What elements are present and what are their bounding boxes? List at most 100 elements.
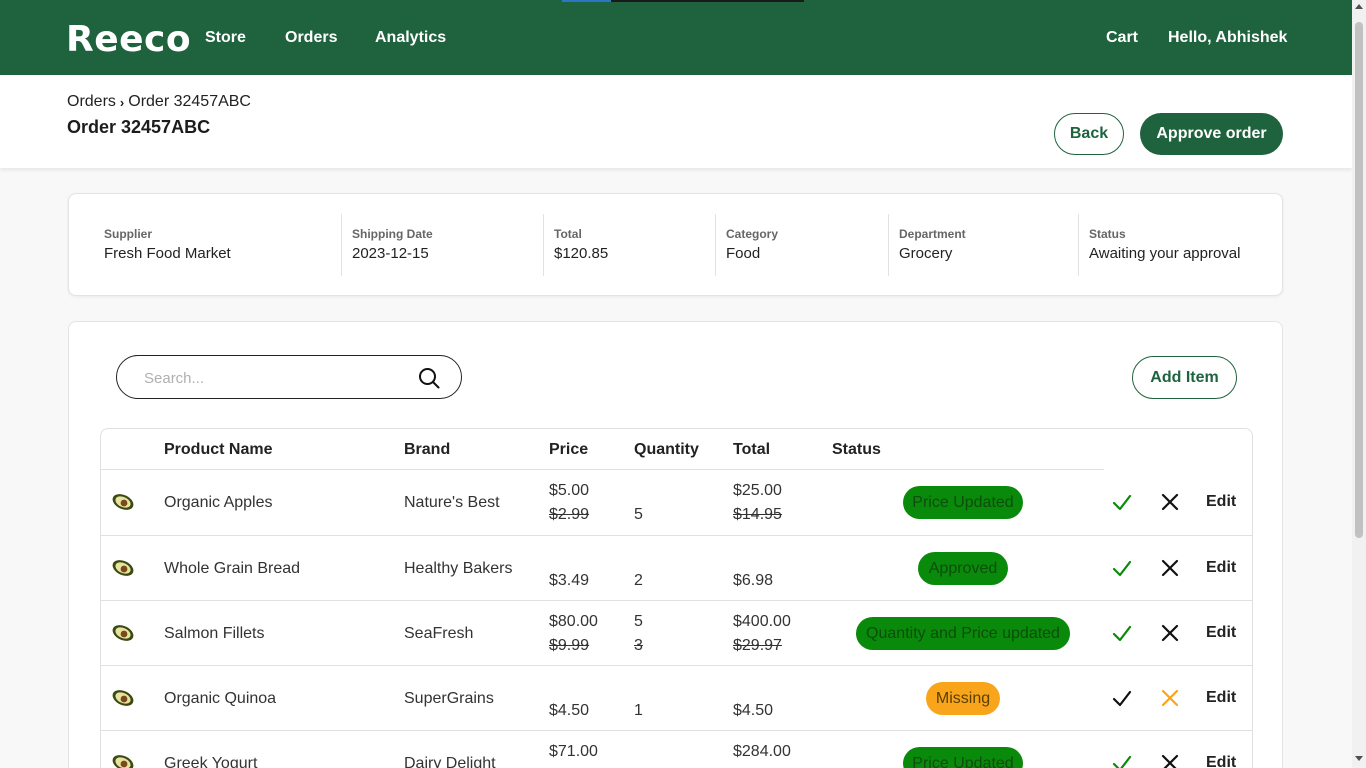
order-items-table: Product Name Brand Price Quantity Total … (100, 428, 1253, 768)
product-total: $4.50 (733, 702, 774, 719)
close-icon[interactable] (1159, 491, 1181, 513)
product-quantity: 2 (634, 572, 643, 589)
nav-link-store[interactable]: Store (205, 29, 246, 47)
product-price: $3.49 (549, 572, 590, 589)
product-old-price: $2.99 (549, 506, 590, 523)
divider (715, 214, 716, 276)
col-quantity[interactable]: Quantity (634, 441, 699, 459)
status-badge: Missing (926, 682, 1000, 715)
product-brand: Nature's Best (404, 494, 500, 511)
product-brand: Healthy Bakers (404, 560, 513, 577)
scrollbar-thumb[interactable] (1355, 22, 1363, 538)
product-old-quantity: 3 (634, 637, 643, 654)
check-icon[interactable] (1111, 557, 1133, 579)
product-old-price: $9.99 (549, 637, 590, 654)
check-icon[interactable] (1111, 687, 1133, 709)
col-brand[interactable]: Brand (404, 441, 450, 459)
product-brand: SuperGrains (404, 690, 494, 707)
product-old-total: $14.95 (733, 506, 782, 523)
edit-button[interactable]: Edit (1206, 754, 1236, 768)
order-summary-card: Supplier Fresh Food Market Shipping Date 2… (68, 193, 1283, 296)
avocado-icon (112, 625, 134, 641)
edit-button[interactable]: Edit (1206, 624, 1236, 642)
table-row[interactable]: Whole Grain Bread Healthy Bakers $3.49 2 $6.… (101, 535, 1252, 600)
col-product-name[interactable]: Product Name (164, 441, 272, 459)
product-total: $400.00 (733, 613, 791, 630)
table-row[interactable]: Organic Apples Nature's Best $5.00 $2.99 5 $2… (101, 470, 1252, 535)
search-icon[interactable] (417, 366, 441, 390)
chevron-right-icon: › (119, 94, 125, 110)
divider (888, 214, 889, 276)
col-status[interactable]: Status (832, 441, 881, 459)
summary-status: Status Awaiting your approval (1089, 227, 1241, 262)
avocado-icon (112, 755, 134, 768)
approve-order-button[interactable]: Approve order (1140, 113, 1283, 155)
nav-link-analytics[interactable]: Analytics (375, 29, 446, 47)
product-price: $5.00 (549, 482, 590, 499)
product-total: $25.00 (733, 482, 782, 499)
edit-button[interactable]: Edit (1206, 559, 1236, 577)
product-quantity: 5 (634, 613, 643, 630)
top-navbar: Reeco Store Orders Analytics Cart Hello,… (0, 0, 1366, 75)
product-brand: Dairy Delight (404, 755, 496, 768)
table-row[interactable]: Organic Quinoa SuperGrains $4.50 1 $4.50 Miss… (101, 665, 1252, 730)
summary-total: Total $120.85 (554, 227, 609, 262)
summary-category: Category Food (726, 227, 779, 262)
avocado-icon (112, 560, 134, 576)
edit-button[interactable]: Edit (1206, 493, 1236, 511)
check-icon[interactable] (1111, 752, 1133, 768)
user-greeting[interactable]: Hello, Abhishek (1168, 29, 1287, 47)
product-price: $80.00 (549, 613, 598, 630)
breadcrumb-current: Order 32457ABC (128, 93, 251, 110)
search-box[interactable] (116, 355, 462, 399)
avocado-icon (112, 494, 134, 510)
product-total: $284.00 (733, 743, 791, 760)
order-header: Orders › Order 32457ABC Order 32457ABC B… (0, 75, 1352, 168)
product-name: Organic Quinoa (164, 690, 277, 707)
order-items-panel: Add Item Product Name Brand Price Quanti… (68, 321, 1283, 768)
product-brand: SeaFresh (404, 625, 474, 642)
page-scrollbar[interactable] (1352, 0, 1366, 768)
product-name: Whole Grain Bread (164, 560, 301, 577)
close-icon[interactable] (1159, 752, 1181, 768)
divider (1078, 214, 1079, 276)
table-row[interactable]: Salmon Fillets SeaFresh $80.00 $9.99 5 3 $400.… (101, 600, 1252, 665)
avocado-icon (112, 690, 134, 706)
check-icon[interactable] (1111, 622, 1133, 644)
product-quantity: 1 (634, 702, 643, 719)
nav-link-cart[interactable]: Cart (1106, 29, 1138, 47)
product-total: $6.98 (733, 572, 774, 589)
close-icon[interactable] (1159, 622, 1181, 644)
check-icon[interactable] (1111, 491, 1133, 513)
product-old-total: $29.97 (733, 637, 782, 654)
page-title: Order 32457ABC (67, 117, 211, 137)
close-icon[interactable] (1159, 687, 1181, 709)
breadcrumb-orders[interactable]: Orders (67, 93, 116, 111)
breadcrumb: Orders › Order 32457ABC (67, 93, 251, 111)
col-price[interactable]: Price (549, 441, 588, 459)
table-row[interactable]: Greek Yogurt Dairy Delight $71.00 $284.00 Pr… (101, 730, 1252, 768)
nav-link-orders[interactable]: Orders (285, 29, 337, 47)
product-name: Salmon Fillets (164, 625, 265, 642)
status-badge: Price Updated (903, 486, 1023, 519)
product-name: Organic Apples (164, 494, 273, 511)
edit-button[interactable]: Edit (1206, 689, 1236, 707)
reeco-logo[interactable]: Reeco (66, 19, 191, 60)
scroll-up-arrow[interactable] (1355, 4, 1363, 9)
scroll-down-arrow[interactable] (1355, 756, 1363, 761)
summary-supplier: Supplier Fresh Food Market (104, 227, 231, 262)
status-badge: Price Updated (903, 747, 1023, 768)
product-name: Greek Yogurt (164, 755, 258, 768)
status-badge: Approved (918, 552, 1008, 585)
product-price: $71.00 (549, 743, 598, 760)
add-item-button[interactable]: Add Item (1132, 356, 1237, 399)
divider (341, 214, 342, 276)
product-quantity: 5 (634, 506, 643, 523)
product-price: $4.50 (549, 702, 590, 719)
status-badge: Quantity and Price updated (856, 617, 1070, 650)
search-input[interactable] (144, 367, 404, 389)
close-icon[interactable] (1159, 557, 1181, 579)
summary-shipping-date: Shipping Date 2023-12-15 (352, 227, 433, 262)
col-total[interactable]: Total (733, 441, 770, 459)
back-button[interactable]: Back (1054, 113, 1124, 155)
